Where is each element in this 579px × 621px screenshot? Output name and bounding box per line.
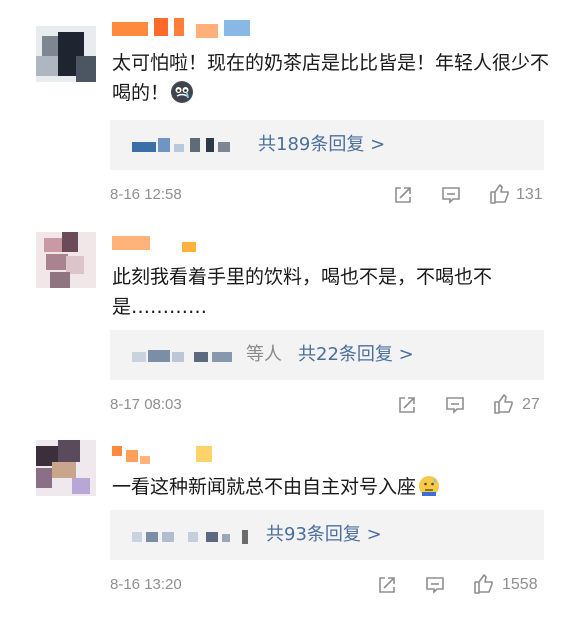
username-mosaic[interactable] [112, 444, 222, 466]
share-icon[interactable] [392, 184, 414, 210]
reply-summary[interactable]: 共189条回复 > [110, 120, 544, 170]
comment-text: 太可怕啦！现在的奶茶店是比比皆是！年轻人很少不喝的！ [112, 52, 550, 104]
avatar[interactable] [36, 26, 96, 82]
comment-text: 此刻我看着手里的饮料，喝也不是，不喝也不是………… [112, 266, 493, 318]
replier-mosaic [132, 138, 252, 152]
crying-emoji-icon [171, 81, 194, 103]
reply-summary[interactable]: 共93条回复 > [110, 510, 544, 560]
username-mosaic[interactable] [112, 234, 212, 256]
avatar[interactable] [36, 440, 96, 496]
comment-date: 8-16 12:58 [110, 186, 182, 203]
like-count: 27 [522, 396, 540, 413]
comment-date: 8-16 13:20 [110, 576, 182, 593]
username-mosaic[interactable] [112, 18, 252, 40]
thumbs-up-icon[interactable] [488, 182, 512, 210]
reply-summary[interactable]: 等人 共22条回复 > [110, 330, 544, 380]
replier-mosaic [132, 348, 242, 362]
comment-icon[interactable] [424, 574, 446, 600]
reply-count-link[interactable]: 共22条回复 > [298, 342, 414, 368]
thumbs-up-icon[interactable] [492, 392, 516, 420]
thumbs-up-icon[interactable] [472, 572, 496, 600]
others-label: 等人 [246, 344, 282, 365]
share-icon[interactable] [376, 574, 398, 600]
share-icon[interactable] [396, 394, 418, 420]
comment-text: 一看这种新闻就总不由自主对号入座 [112, 472, 552, 502]
sweat-emoji-icon [418, 475, 440, 497]
avatar[interactable] [36, 232, 96, 288]
reply-count-link[interactable]: 共93条回复 > [266, 522, 382, 548]
comment-icon[interactable] [440, 184, 462, 210]
like-count: 1558 [502, 576, 538, 593]
like-count: 131 [516, 186, 543, 203]
comment-date: 8-17 08:03 [110, 396, 182, 413]
comment-icon[interactable] [444, 394, 466, 420]
replier-mosaic [132, 528, 262, 544]
reply-count-link[interactable]: 共189条回复 > [258, 132, 385, 158]
